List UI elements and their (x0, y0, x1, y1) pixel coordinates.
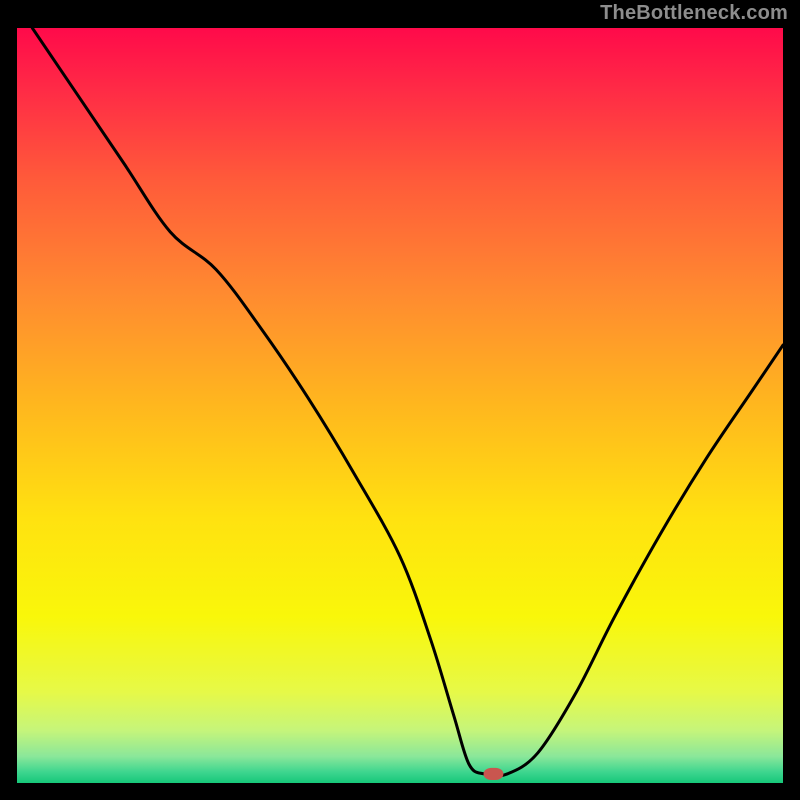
attribution-text: TheBottleneck.com (600, 2, 788, 25)
bottleneck-chart (0, 0, 800, 800)
minimum-marker (483, 768, 503, 780)
gradient-background (17, 28, 783, 783)
